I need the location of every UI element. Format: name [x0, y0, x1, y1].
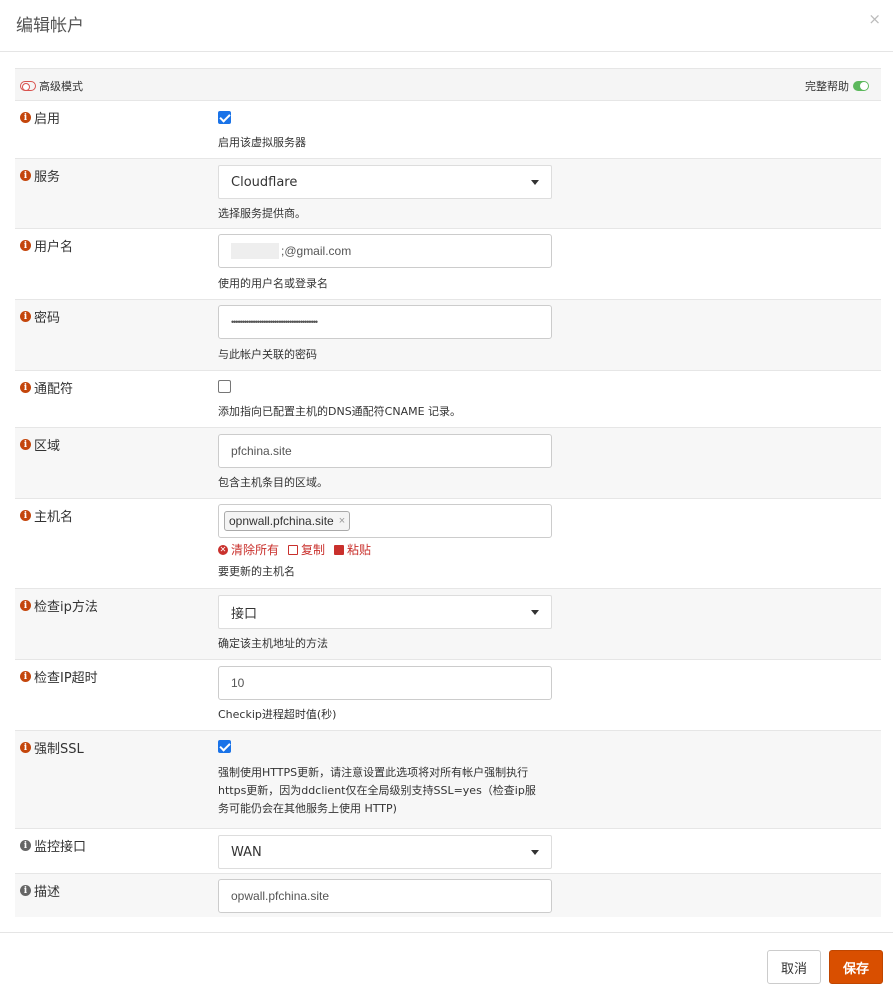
full-help-toggle[interactable]: 完整帮助: [805, 78, 869, 94]
info-icon[interactable]: i: [20, 240, 31, 251]
top-bar: 高级模式 完整帮助: [15, 68, 881, 100]
row-force-ssl: i 强制SSL 强制使用HTTPS更新，请注意设置此选项将对所有帐户强制执行 ht…: [15, 730, 881, 828]
save-button[interactable]: 保存: [829, 950, 883, 984]
info-icon[interactable]: i: [20, 439, 31, 450]
row-password: i 密码 ••••••••••••••••••••••••••••••••••••…: [15, 299, 881, 370]
info-icon[interactable]: i: [20, 510, 31, 521]
redacted-mask: [231, 243, 279, 259]
modal-title: 编辑帐户: [16, 16, 84, 36]
row-service: i 服务 Cloudflare 选择服务提供商。: [15, 158, 881, 228]
monitor-interface-select[interactable]: WAN: [218, 835, 552, 869]
modal-header: 编辑帐户 ×: [0, 0, 893, 52]
password-input[interactable]: ••••••••••••••••••••••••••••••••••••••••: [218, 305, 552, 339]
row-description: i 描述 opwall.pfchina.site: [15, 873, 881, 917]
service-hint: 选择服务提供商。: [218, 207, 306, 220]
description-input[interactable]: opwall.pfchina.site: [218, 879, 552, 913]
chevron-down-icon: [531, 179, 539, 185]
paste-button[interactable]: 粘贴: [334, 541, 371, 558]
zone-input[interactable]: pfchina.site: [218, 434, 552, 468]
hostname-actions: ✕ 清除所有 复制 粘贴: [218, 541, 380, 558]
hostname-hint: 要更新的主机名: [218, 565, 295, 578]
check-ip-method-select[interactable]: 接口: [218, 595, 552, 629]
copy-icon: [288, 544, 299, 555]
field-label-description: i 描述: [20, 881, 60, 900]
copy-button[interactable]: 复制: [288, 541, 325, 558]
chevron-down-icon: [531, 609, 539, 615]
info-icon[interactable]: i: [20, 112, 31, 123]
info-icon[interactable]: i: [20, 600, 31, 611]
clear-icon: ✕: [218, 544, 228, 555]
advanced-mode-label: 高级模式: [39, 80, 83, 93]
field-label-check-ip-method: i 检查ip方法: [20, 596, 98, 615]
check-ip-method-hint: 确定该主机地址的方法: [218, 637, 328, 650]
chevron-down-icon: [531, 849, 539, 855]
tag-remove-icon[interactable]: ×: [339, 515, 345, 527]
field-label-hostname: i 主机名: [20, 506, 73, 525]
force-ssl-checkbox[interactable]: [218, 740, 231, 753]
row-enabled: i 启用 启用该虚拟服务器: [15, 100, 881, 158]
username-input[interactable]: ;@gmail.com: [218, 234, 552, 268]
cancel-button[interactable]: 取消: [767, 950, 821, 984]
info-icon[interactable]: i: [20, 170, 31, 181]
check-ip-timeout-input[interactable]: 10: [218, 666, 552, 700]
field-label-zone: i 区域: [20, 435, 60, 454]
username-hint: 使用的用户名或登录名: [218, 277, 328, 290]
row-wildcard: i 通配符 添加指向已配置主机的DNS通配符CNAME 记录。: [15, 370, 881, 427]
modal-footer: 取消 保存: [0, 932, 893, 989]
force-ssl-hint: 强制使用HTTPS更新，请注意设置此选项将对所有帐户强制执行 https更新，因…: [218, 766, 536, 815]
field-label-wildcard: i 通配符: [20, 378, 73, 397]
info-icon[interactable]: i: [20, 311, 31, 322]
toggle-off-icon: [20, 81, 36, 91]
close-icon[interactable]: ×: [868, 10, 881, 28]
info-icon[interactable]: i: [20, 742, 31, 753]
full-help-label: 完整帮助: [805, 80, 849, 93]
info-icon[interactable]: i: [20, 885, 31, 896]
row-check-ip-method: i 检查ip方法 接口 确定该主机地址的方法: [15, 588, 881, 659]
info-icon[interactable]: i: [20, 382, 31, 393]
wildcard-hint: 添加指向已配置主机的DNS通配符CNAME 记录。: [218, 405, 462, 418]
clear-all-button[interactable]: ✕ 清除所有: [218, 541, 279, 558]
info-icon[interactable]: i: [20, 671, 31, 682]
hostname-tag: opnwall.pfchina.site ×: [224, 511, 351, 531]
paste-icon: [334, 544, 345, 555]
row-hostname: i 主机名 opnwall.pfchina.site × ✕ 清除所有 复制 粘贴 要…: [15, 498, 881, 588]
hostname-tag-input[interactable]: opnwall.pfchina.site ×: [218, 504, 552, 538]
field-label-service: i 服务: [20, 166, 60, 185]
field-label-username: i 用户名: [20, 236, 73, 255]
row-monitor-interface: i 监控接口 WAN: [15, 828, 881, 873]
row-username: i 用户名 ;@gmail.com 使用的用户名或登录名: [15, 228, 881, 299]
wildcard-checkbox[interactable]: [218, 380, 231, 393]
enabled-checkbox[interactable]: [218, 111, 231, 124]
field-label-password: i 密码: [20, 307, 60, 326]
row-zone: i 区域 pfchina.site 包含主机条目的区域。: [15, 427, 881, 498]
password-hint: 与此帐户关联的密码: [218, 348, 317, 361]
row-check-ip-timeout: i 检查IP超时 10 Checkip进程超时值(秒): [15, 659, 881, 730]
field-label-check-ip-timeout: i 检查IP超时: [20, 667, 98, 686]
field-label-enabled: i 启用: [20, 108, 60, 127]
field-label-force-ssl: i 强制SSL: [20, 738, 84, 757]
advanced-mode-toggle[interactable]: 高级模式: [20, 78, 83, 94]
info-icon[interactable]: i: [20, 840, 31, 851]
form-table: 高级模式 完整帮助 i 启用 启用该虚拟服务器 i 服务 Cloudflare 选择…: [15, 68, 881, 917]
enabled-hint: 启用该虚拟服务器: [218, 136, 306, 149]
zone-hint: 包含主机条目的区域。: [218, 476, 328, 489]
field-label-monitor-interface: i 监控接口: [20, 836, 86, 855]
toggle-on-icon: [853, 81, 869, 91]
check-ip-timeout-hint: Checkip进程超时值(秒): [218, 708, 337, 721]
service-select[interactable]: Cloudflare: [218, 165, 552, 199]
